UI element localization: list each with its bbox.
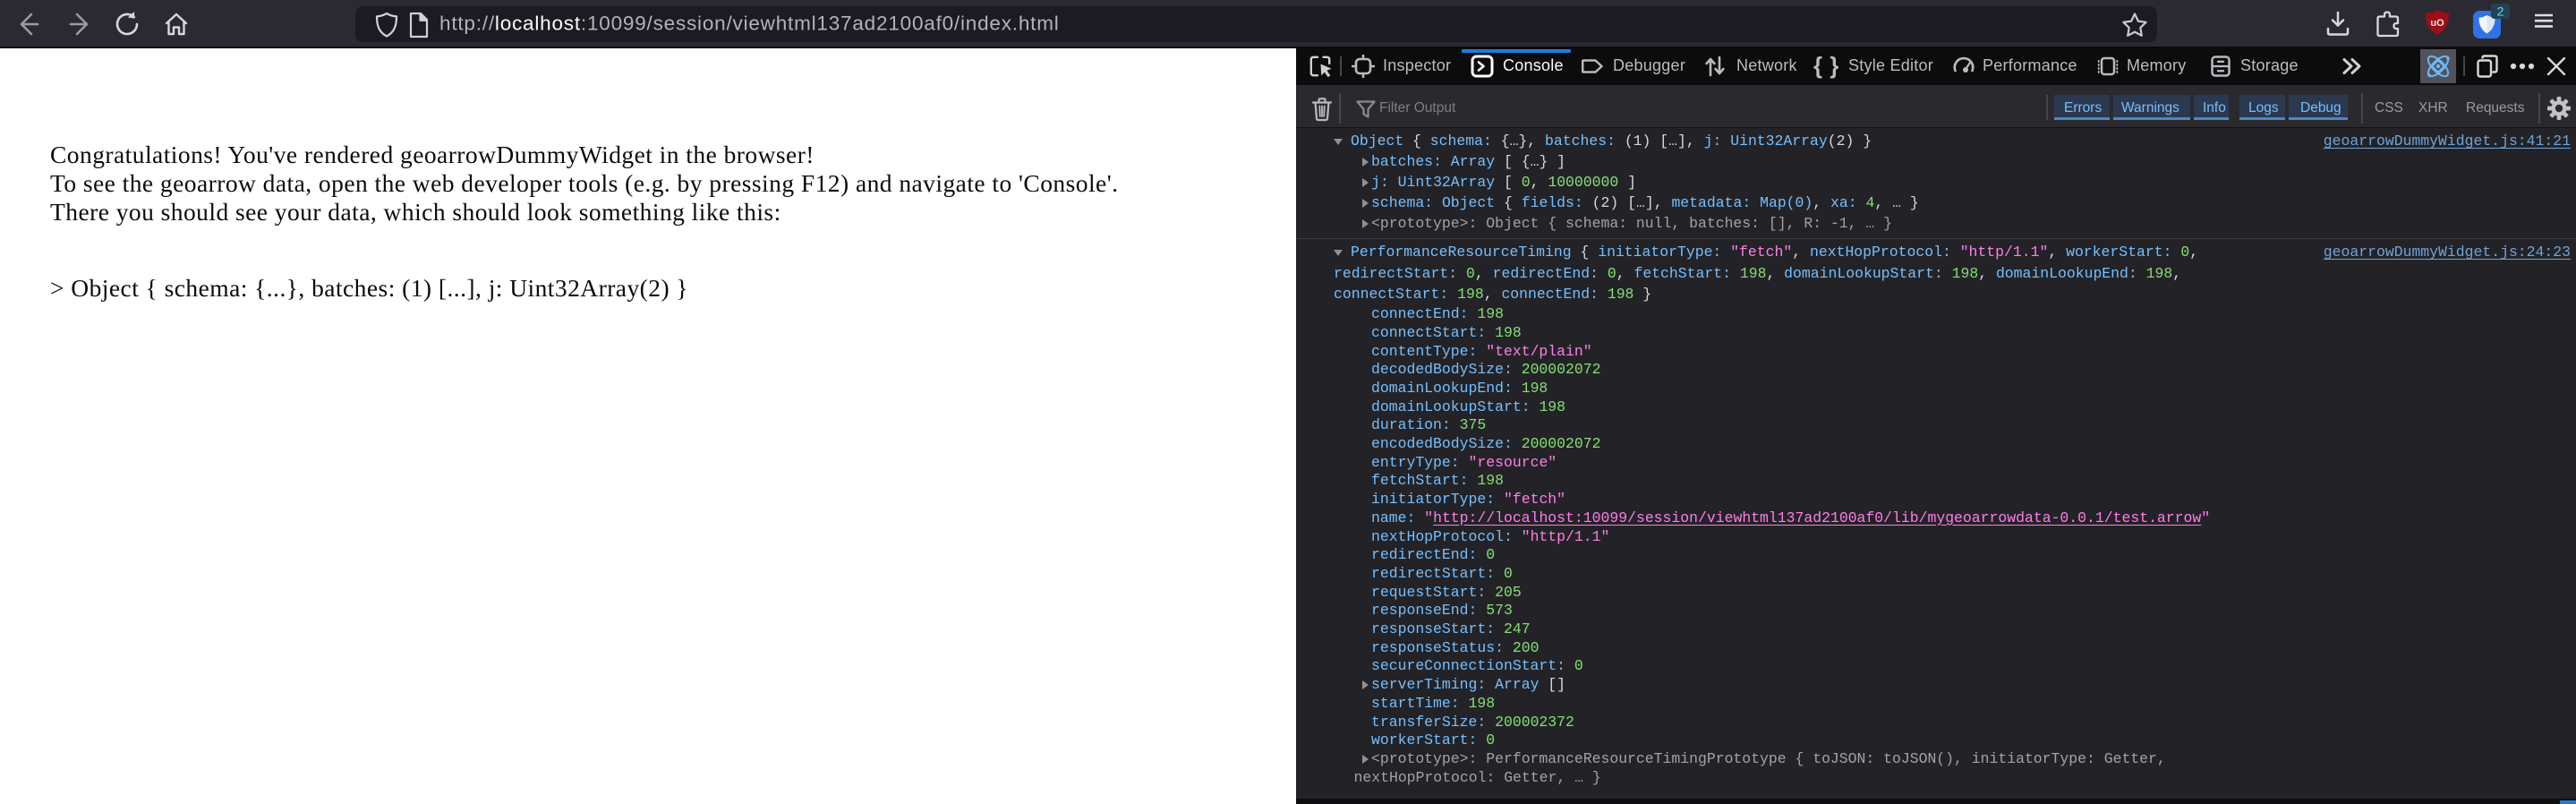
svg-text:uO: uO [2430, 18, 2444, 29]
svg-text:2: 2 [2497, 4, 2504, 19]
